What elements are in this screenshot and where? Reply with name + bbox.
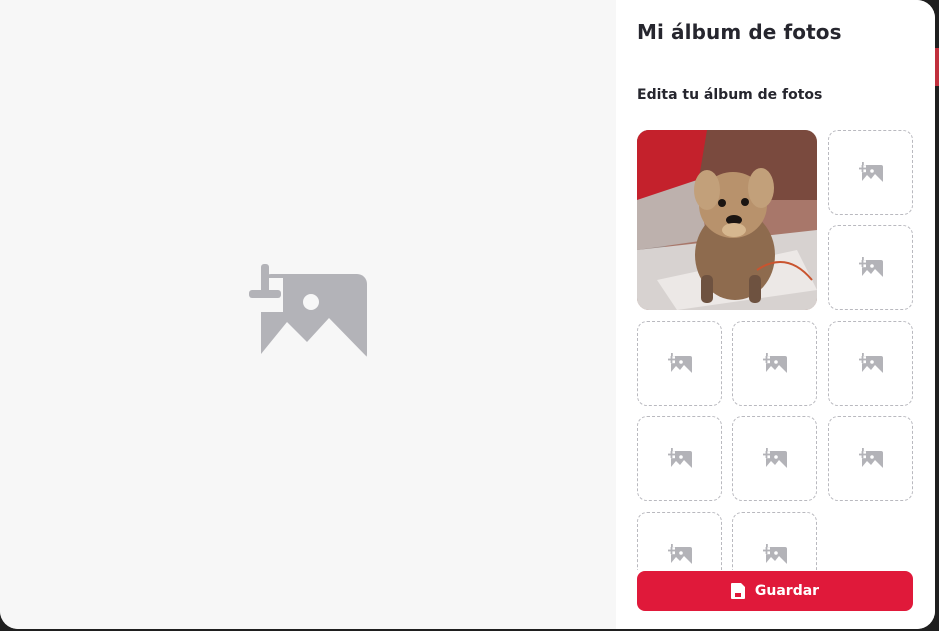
panel-subtitle: Edita tu álbum de fotos bbox=[637, 87, 823, 103]
panel-title: Mi álbum de fotos bbox=[637, 20, 842, 44]
empty-photo-slot[interactable] bbox=[732, 321, 817, 406]
add-image-icon bbox=[858, 162, 883, 183]
empty-photo-slot[interactable] bbox=[732, 416, 817, 501]
album-photo-dog[interactable] bbox=[637, 130, 817, 310]
empty-photo-slot[interactable] bbox=[828, 130, 913, 215]
save-button[interactable]: Guardar bbox=[637, 571, 913, 611]
add-image-icon bbox=[858, 448, 883, 469]
save-button-label: Guardar bbox=[754, 583, 820, 599]
album-panel: Mi álbum de fotos Edita tu álbum de foto… bbox=[616, 0, 935, 629]
add-image-icon bbox=[667, 544, 692, 565]
empty-photo-slot[interactable] bbox=[828, 225, 913, 310]
empty-photo-slot[interactable] bbox=[828, 321, 913, 406]
add-image-icon bbox=[667, 448, 692, 469]
photo-grid bbox=[637, 130, 913, 570]
empty-photo-slot[interactable] bbox=[828, 416, 913, 501]
add-image-icon bbox=[249, 264, 367, 364]
add-image-icon bbox=[762, 353, 787, 374]
add-image-icon bbox=[858, 353, 883, 374]
empty-photo-slot[interactable] bbox=[732, 512, 817, 570]
add-image-icon bbox=[858, 257, 883, 278]
backdrop-accent bbox=[935, 48, 939, 86]
photo-album-modal: Mi álbum de fotos Edita tu álbum de foto… bbox=[0, 0, 935, 629]
dog-photo-image bbox=[637, 130, 817, 310]
photo-preview-area[interactable] bbox=[0, 0, 616, 629]
empty-photo-slot[interactable] bbox=[637, 321, 722, 406]
add-image-icon bbox=[762, 448, 787, 469]
add-image-icon bbox=[667, 353, 692, 374]
empty-photo-slot[interactable] bbox=[637, 512, 722, 570]
save-icon bbox=[730, 583, 745, 599]
add-image-icon bbox=[762, 544, 787, 565]
empty-photo-slot[interactable] bbox=[637, 416, 722, 501]
